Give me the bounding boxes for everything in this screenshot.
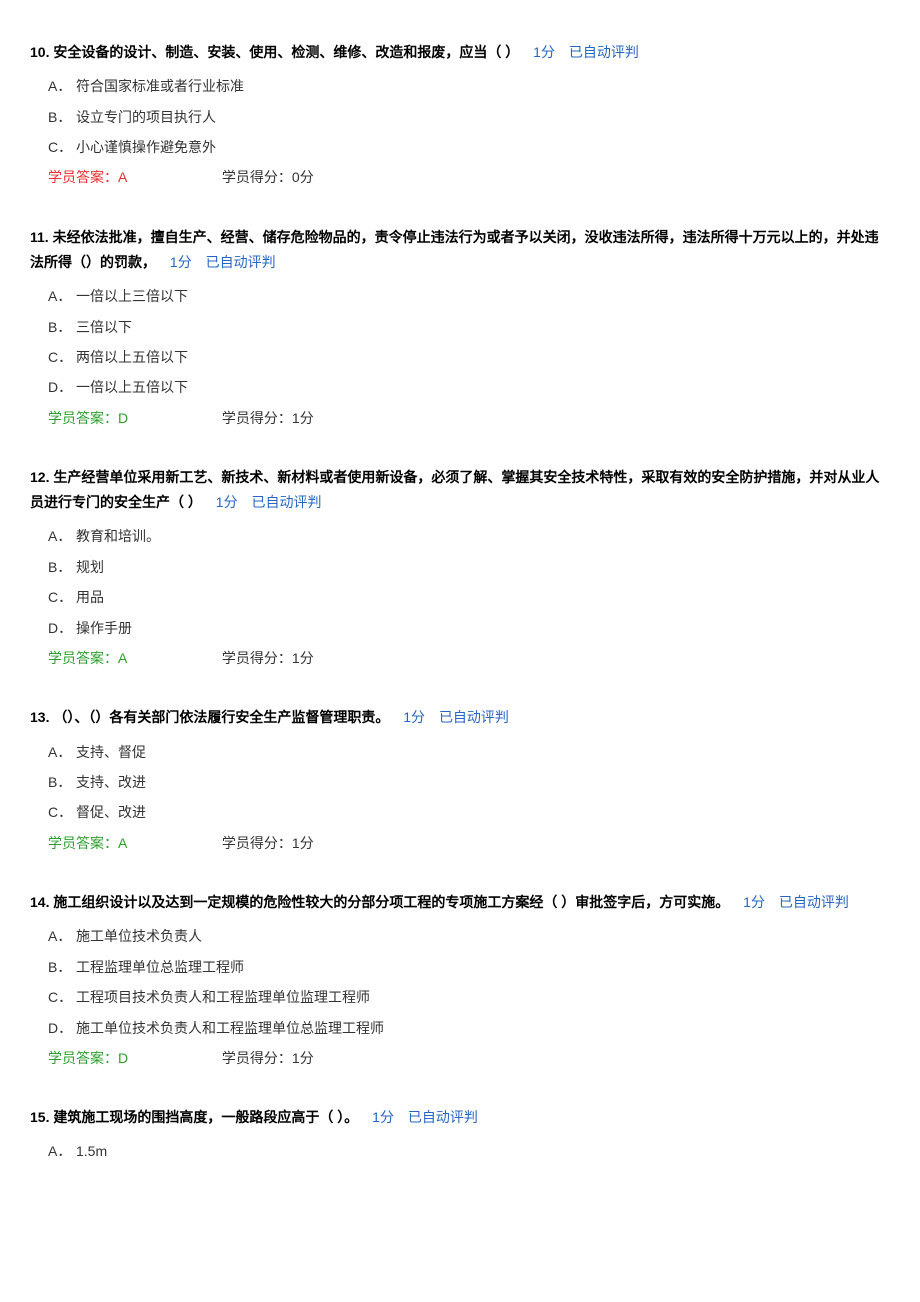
question-score: 1分 bbox=[403, 709, 425, 725]
option-b: B．设立专门的项目执行人 bbox=[48, 106, 890, 128]
question-text: 建筑施工现场的围挡高度，一般路段应高于（ ）。 bbox=[53, 1109, 358, 1125]
auto-judge-label: 已自动评判 bbox=[439, 709, 509, 725]
question-text: 生产经营单位采用新工艺、新技术、新材料或者使用新设备，必须了解、掌握其安全技术特… bbox=[30, 469, 879, 510]
answer-row: 学员答案：D 学员得分：1分 bbox=[30, 407, 890, 429]
options-list: A．1.5m bbox=[30, 1140, 890, 1162]
student-score: 学员得分：1分 bbox=[222, 410, 314, 426]
option-b: B．支持、改进 bbox=[48, 771, 890, 793]
answer-row: 学员答案：A 学员得分：1分 bbox=[30, 832, 890, 854]
answer-row: 学员答案：A 学员得分：0分 bbox=[30, 166, 890, 188]
option-c: C．小心谨慎操作避免意外 bbox=[48, 136, 890, 158]
options-list: A．施工单位技术负责人 B．工程监理单位总监理工程师 C．工程项目技术负责人和工… bbox=[30, 925, 890, 1039]
student-answer: 学员答案：A bbox=[48, 647, 218, 669]
question-header: 13. （）、（）各有关部门依法履行安全生产监督管理职责。 1分 已自动评判 bbox=[30, 705, 890, 730]
question-header: 10. 安全设备的设计、制造、安装、使用、检测、维修、改造和报废，应当（ ） 1… bbox=[30, 40, 890, 65]
question-number: 15. bbox=[30, 1109, 49, 1125]
question-text: 安全设备的设计、制造、安装、使用、检测、维修、改造和报废，应当（ ） bbox=[53, 44, 519, 60]
option-a: A．符合国家标准或者行业标准 bbox=[48, 75, 890, 97]
option-b: B．规划 bbox=[48, 556, 890, 578]
options-list: A．一倍以上三倍以下 B．三倍以下 C．两倍以上五倍以下 D．一倍以上五倍以下 bbox=[30, 285, 890, 399]
auto-judge-label: 已自动评判 bbox=[569, 44, 639, 60]
question-header: 11. 未经依法批准，擅自生产、经营、储存危险物品的，责令停止违法行为或者予以关… bbox=[30, 225, 890, 275]
option-c: C．用品 bbox=[48, 586, 890, 608]
question-header: 14. 施工组织设计以及达到一定规模的危险性较大的分部分项工程的专项施工方案经（… bbox=[30, 890, 890, 915]
question-10: 10. 安全设备的设计、制造、安装、使用、检测、维修、改造和报废，应当（ ） 1… bbox=[30, 40, 890, 189]
option-a: A．施工单位技术负责人 bbox=[48, 925, 890, 947]
option-a: A．1.5m bbox=[48, 1140, 890, 1162]
question-number: 12. bbox=[30, 469, 49, 485]
option-a: A．教育和培训。 bbox=[48, 525, 890, 547]
option-d: D．一倍以上五倍以下 bbox=[48, 376, 890, 398]
answer-row: 学员答案：D 学员得分：1分 bbox=[30, 1047, 890, 1069]
auto-judge-label: 已自动评判 bbox=[779, 894, 849, 910]
option-a: A．一倍以上三倍以下 bbox=[48, 285, 890, 307]
options-list: A．教育和培训。 B．规划 C．用品 D．操作手册 bbox=[30, 525, 890, 639]
auto-judge-label: 已自动评判 bbox=[251, 494, 321, 510]
option-a: A．支持、督促 bbox=[48, 741, 890, 763]
question-text: 未经依法批准，擅自生产、经营、储存危险物品的，责令停止违法行为或者予以关闭，没收… bbox=[30, 229, 879, 270]
option-c: C．督促、改进 bbox=[48, 801, 890, 823]
student-answer: 学员答案：A bbox=[48, 166, 218, 188]
question-number: 13. bbox=[30, 709, 49, 725]
student-score: 学员得分：1分 bbox=[222, 835, 314, 851]
student-answer: 学员答案：D bbox=[48, 407, 218, 429]
question-text: （）、（）各有关部门依法履行安全生产监督管理职责。 bbox=[53, 709, 389, 725]
options-list: A．支持、督促 B．支持、改进 C．督促、改进 bbox=[30, 741, 890, 824]
question-score: 1分 bbox=[170, 254, 192, 270]
question-score: 1分 bbox=[743, 894, 765, 910]
option-c: C．工程项目技术负责人和工程监理单位监理工程师 bbox=[48, 986, 890, 1008]
question-13: 13. （）、（）各有关部门依法履行安全生产监督管理职责。 1分 已自动评判 A… bbox=[30, 705, 890, 854]
student-score: 学员得分：1分 bbox=[222, 650, 314, 666]
options-list: A．符合国家标准或者行业标准 B．设立专门的项目执行人 C．小心谨慎操作避免意外 bbox=[30, 75, 890, 158]
option-d: D．操作手册 bbox=[48, 617, 890, 639]
question-header: 15. 建筑施工现场的围挡高度，一般路段应高于（ ）。 1分 已自动评判 bbox=[30, 1105, 890, 1130]
answer-row: 学员答案：A 学员得分：1分 bbox=[30, 647, 890, 669]
auto-judge-label: 已自动评判 bbox=[408, 1109, 478, 1125]
question-score: 1分 bbox=[216, 494, 238, 510]
student-score: 学员得分：1分 bbox=[222, 1050, 314, 1066]
question-text: 施工组织设计以及达到一定规模的危险性较大的分部分项工程的专项施工方案经（ ）审批… bbox=[53, 894, 729, 910]
auto-judge-label: 已自动评判 bbox=[206, 254, 276, 270]
question-score: 1分 bbox=[372, 1109, 394, 1125]
student-score: 学员得分：0分 bbox=[222, 169, 314, 185]
question-14: 14. 施工组织设计以及达到一定规模的危险性较大的分部分项工程的专项施工方案经（… bbox=[30, 890, 890, 1069]
question-12: 12. 生产经营单位采用新工艺、新技术、新材料或者使用新设备，必须了解、掌握其安… bbox=[30, 465, 890, 669]
question-11: 11. 未经依法批准，擅自生产、经营、储存危险物品的，责令停止违法行为或者予以关… bbox=[30, 225, 890, 429]
question-number: 11. bbox=[30, 229, 49, 245]
question-header: 12. 生产经营单位采用新工艺、新技术、新材料或者使用新设备，必须了解、掌握其安… bbox=[30, 465, 890, 515]
option-b: B．工程监理单位总监理工程师 bbox=[48, 956, 890, 978]
option-c: C．两倍以上五倍以下 bbox=[48, 346, 890, 368]
student-answer: 学员答案：D bbox=[48, 1047, 218, 1069]
option-b: B．三倍以下 bbox=[48, 316, 890, 338]
option-d: D．施工单位技术负责人和工程监理单位总监理工程师 bbox=[48, 1017, 890, 1039]
question-15: 15. 建筑施工现场的围挡高度，一般路段应高于（ ）。 1分 已自动评判 A．1… bbox=[30, 1105, 890, 1163]
question-number: 10. bbox=[30, 44, 49, 60]
question-score: 1分 bbox=[533, 44, 555, 60]
question-number: 14. bbox=[30, 894, 49, 910]
student-answer: 学员答案：A bbox=[48, 832, 218, 854]
